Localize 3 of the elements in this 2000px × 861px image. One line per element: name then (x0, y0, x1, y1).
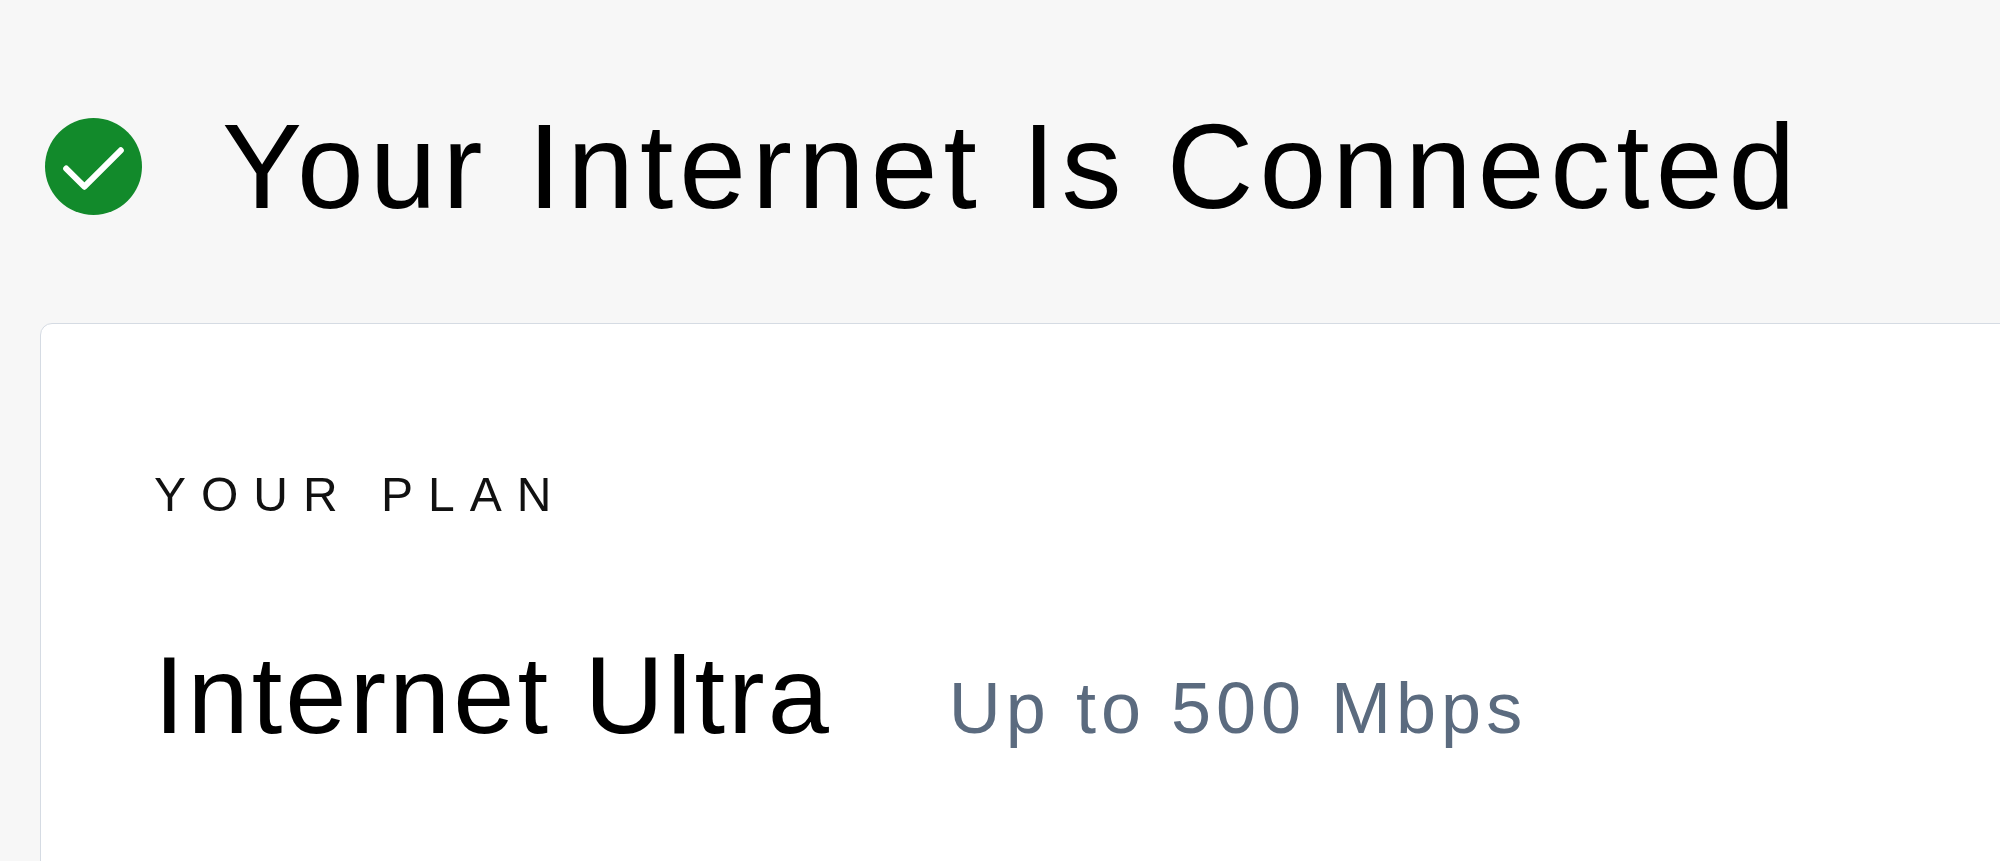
connection-status-title: Your Internet Is Connected (222, 106, 1802, 226)
plan-heading: YOUR PLAN (154, 471, 567, 519)
plan-name: Internet Ultra (154, 640, 832, 750)
